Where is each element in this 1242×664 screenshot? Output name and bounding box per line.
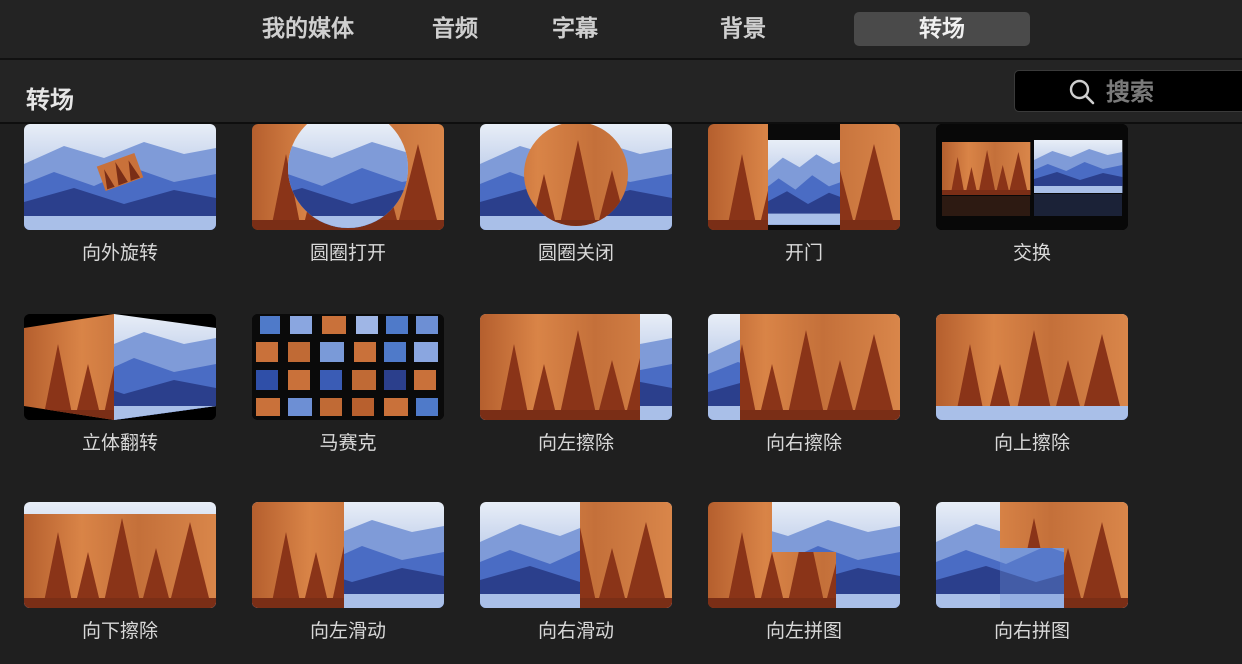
page-title: 转场 <box>26 86 74 114</box>
thumbnail <box>252 314 444 420</box>
thumbnail <box>480 314 672 420</box>
tab-audio[interactable]: 音频 <box>410 12 500 46</box>
transition-grid: 向外旋转 圆圈打开 圆圈关闭 开门 交换 立体翻转 马赛克 向左擦除 向右擦除 … <box>0 124 1242 664</box>
tile-label: 向左拼图 <box>765 620 842 642</box>
thumbnail <box>24 124 216 230</box>
thumbnail <box>936 502 1128 608</box>
tab-transitions[interactable]: 转场 <box>854 12 1030 46</box>
thumbnail <box>480 124 672 230</box>
thumbnail <box>708 502 900 608</box>
tile-label: 向右拼图 <box>993 620 1070 642</box>
tile-label: 马赛克 <box>319 432 377 454</box>
tile-label: 向左滑动 <box>309 620 386 642</box>
tile-label: 向下擦除 <box>81 620 158 642</box>
search-input[interactable] <box>1104 74 1238 110</box>
tile-label: 立体翻转 <box>81 432 158 454</box>
thumbnail <box>936 124 1128 230</box>
thumbnail <box>24 502 216 608</box>
thumbnail <box>936 314 1128 420</box>
thumbnail <box>708 314 900 420</box>
tile-label: 圆圈打开 <box>309 242 386 264</box>
tab-bar <box>0 0 1242 58</box>
tile-label: 向右擦除 <box>765 432 842 454</box>
tile-label: 向上擦除 <box>993 432 1070 454</box>
thumbnail <box>480 502 672 608</box>
tile-label: 开门 <box>784 242 823 264</box>
tab-my-media[interactable]: 我的媒体 <box>248 12 368 46</box>
thumbnail <box>252 124 444 230</box>
tab-backgrounds[interactable]: 背景 <box>698 12 788 46</box>
thumbnail <box>24 314 216 420</box>
thumbnail <box>708 124 900 230</box>
tab-titles[interactable]: 字幕 <box>530 12 620 46</box>
tile-label: 向右滑动 <box>537 620 614 642</box>
tile-label: 向左擦除 <box>537 432 614 454</box>
search-icon <box>1069 79 1095 105</box>
tile-label: 圆圈关闭 <box>537 242 614 264</box>
thumbnail <box>252 502 444 608</box>
tile-label: 向外旋转 <box>81 242 158 264</box>
tile-label: 交换 <box>1012 242 1051 264</box>
